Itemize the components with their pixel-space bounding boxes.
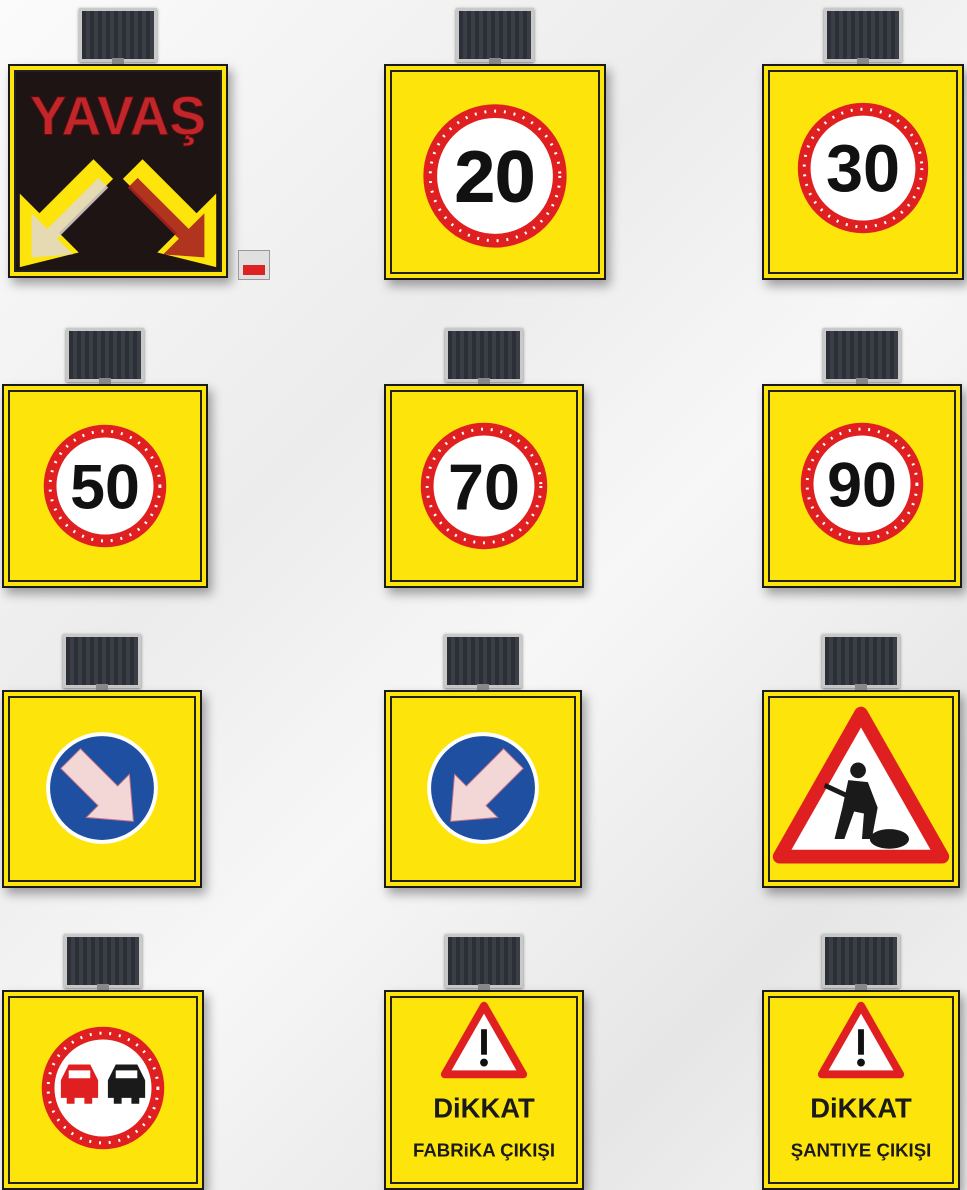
- solar-panel-icon: [66, 328, 144, 382]
- speed-limit-70-text: 70: [448, 451, 520, 524]
- dikkat-title: DiKKAT: [433, 1092, 535, 1123]
- sign-speed-90: 90: [762, 320, 962, 588]
- solar-panel-icon: [64, 934, 142, 988]
- sign-dikkat-santiye: DiKKAT ŞANTIYE ÇIKIŞI: [762, 926, 960, 1190]
- sign-keep-right: [2, 626, 202, 888]
- dikkat-title: DiKKAT: [810, 1092, 912, 1123]
- solar-panel-icon: [444, 634, 522, 688]
- speed-limit-20-text: 20: [455, 136, 536, 217]
- sign-no-overtaking: [2, 926, 204, 1190]
- santiye-cikisi-text: ŞANTIYE ÇIKIŞI: [791, 1140, 932, 1161]
- sign-speed-70: 70: [384, 320, 584, 588]
- sign-speed-50: 50: [2, 320, 208, 588]
- solar-panel-icon: [822, 934, 900, 988]
- sign-board: [384, 690, 582, 888]
- speed-limit-50-text: 50: [70, 453, 140, 523]
- yavas-text: YAVAŞ: [30, 85, 206, 147]
- sign-board: [762, 690, 960, 888]
- speed-limit-30-text: 30: [826, 133, 900, 207]
- sign-board: DiKKAT FABRiKA ÇIKIŞI: [384, 990, 584, 1190]
- fabrika-cikisi-text: FABRiKA ÇIKIŞI: [413, 1140, 555, 1161]
- sign-board: 50: [2, 384, 208, 588]
- sign-speed-20: 20: [384, 0, 606, 280]
- solar-panel-icon: [822, 634, 900, 688]
- solar-panel-icon: [823, 328, 901, 382]
- sign-board: DiKKAT ŞANTIYE ÇIKIŞI: [762, 990, 960, 1190]
- sign-speed-30: 30: [762, 0, 964, 280]
- solar-panel-icon: [445, 934, 523, 988]
- sign-board: [2, 990, 204, 1190]
- sign-board: 90: [762, 384, 962, 588]
- solar-panel-icon: [63, 634, 141, 688]
- solar-panel-icon: [456, 8, 534, 62]
- speed-limit-90-text: 90: [827, 451, 897, 521]
- sign-board: YAVAŞ: [8, 64, 228, 278]
- sign-board: 30: [762, 64, 964, 280]
- solar-panel-icon: [445, 328, 523, 382]
- warning-triangle-icon: [817, 1001, 905, 1079]
- solar-panel-icon: [824, 8, 902, 62]
- solar-panel-icon: [79, 8, 157, 62]
- sign-board: [2, 690, 202, 888]
- warning-triangle-icon: [440, 1001, 528, 1079]
- sign-keep-left: [384, 626, 582, 888]
- control-box-icon: [238, 250, 270, 280]
- sign-board: 20: [384, 64, 606, 280]
- sign-road-works: [762, 626, 960, 888]
- sign-dikkat-fabrika: DiKKAT FABRiKA ÇIKIŞI: [384, 926, 584, 1190]
- sign-board: 70: [384, 384, 584, 588]
- sign-yavas: YAVAŞ: [8, 0, 270, 280]
